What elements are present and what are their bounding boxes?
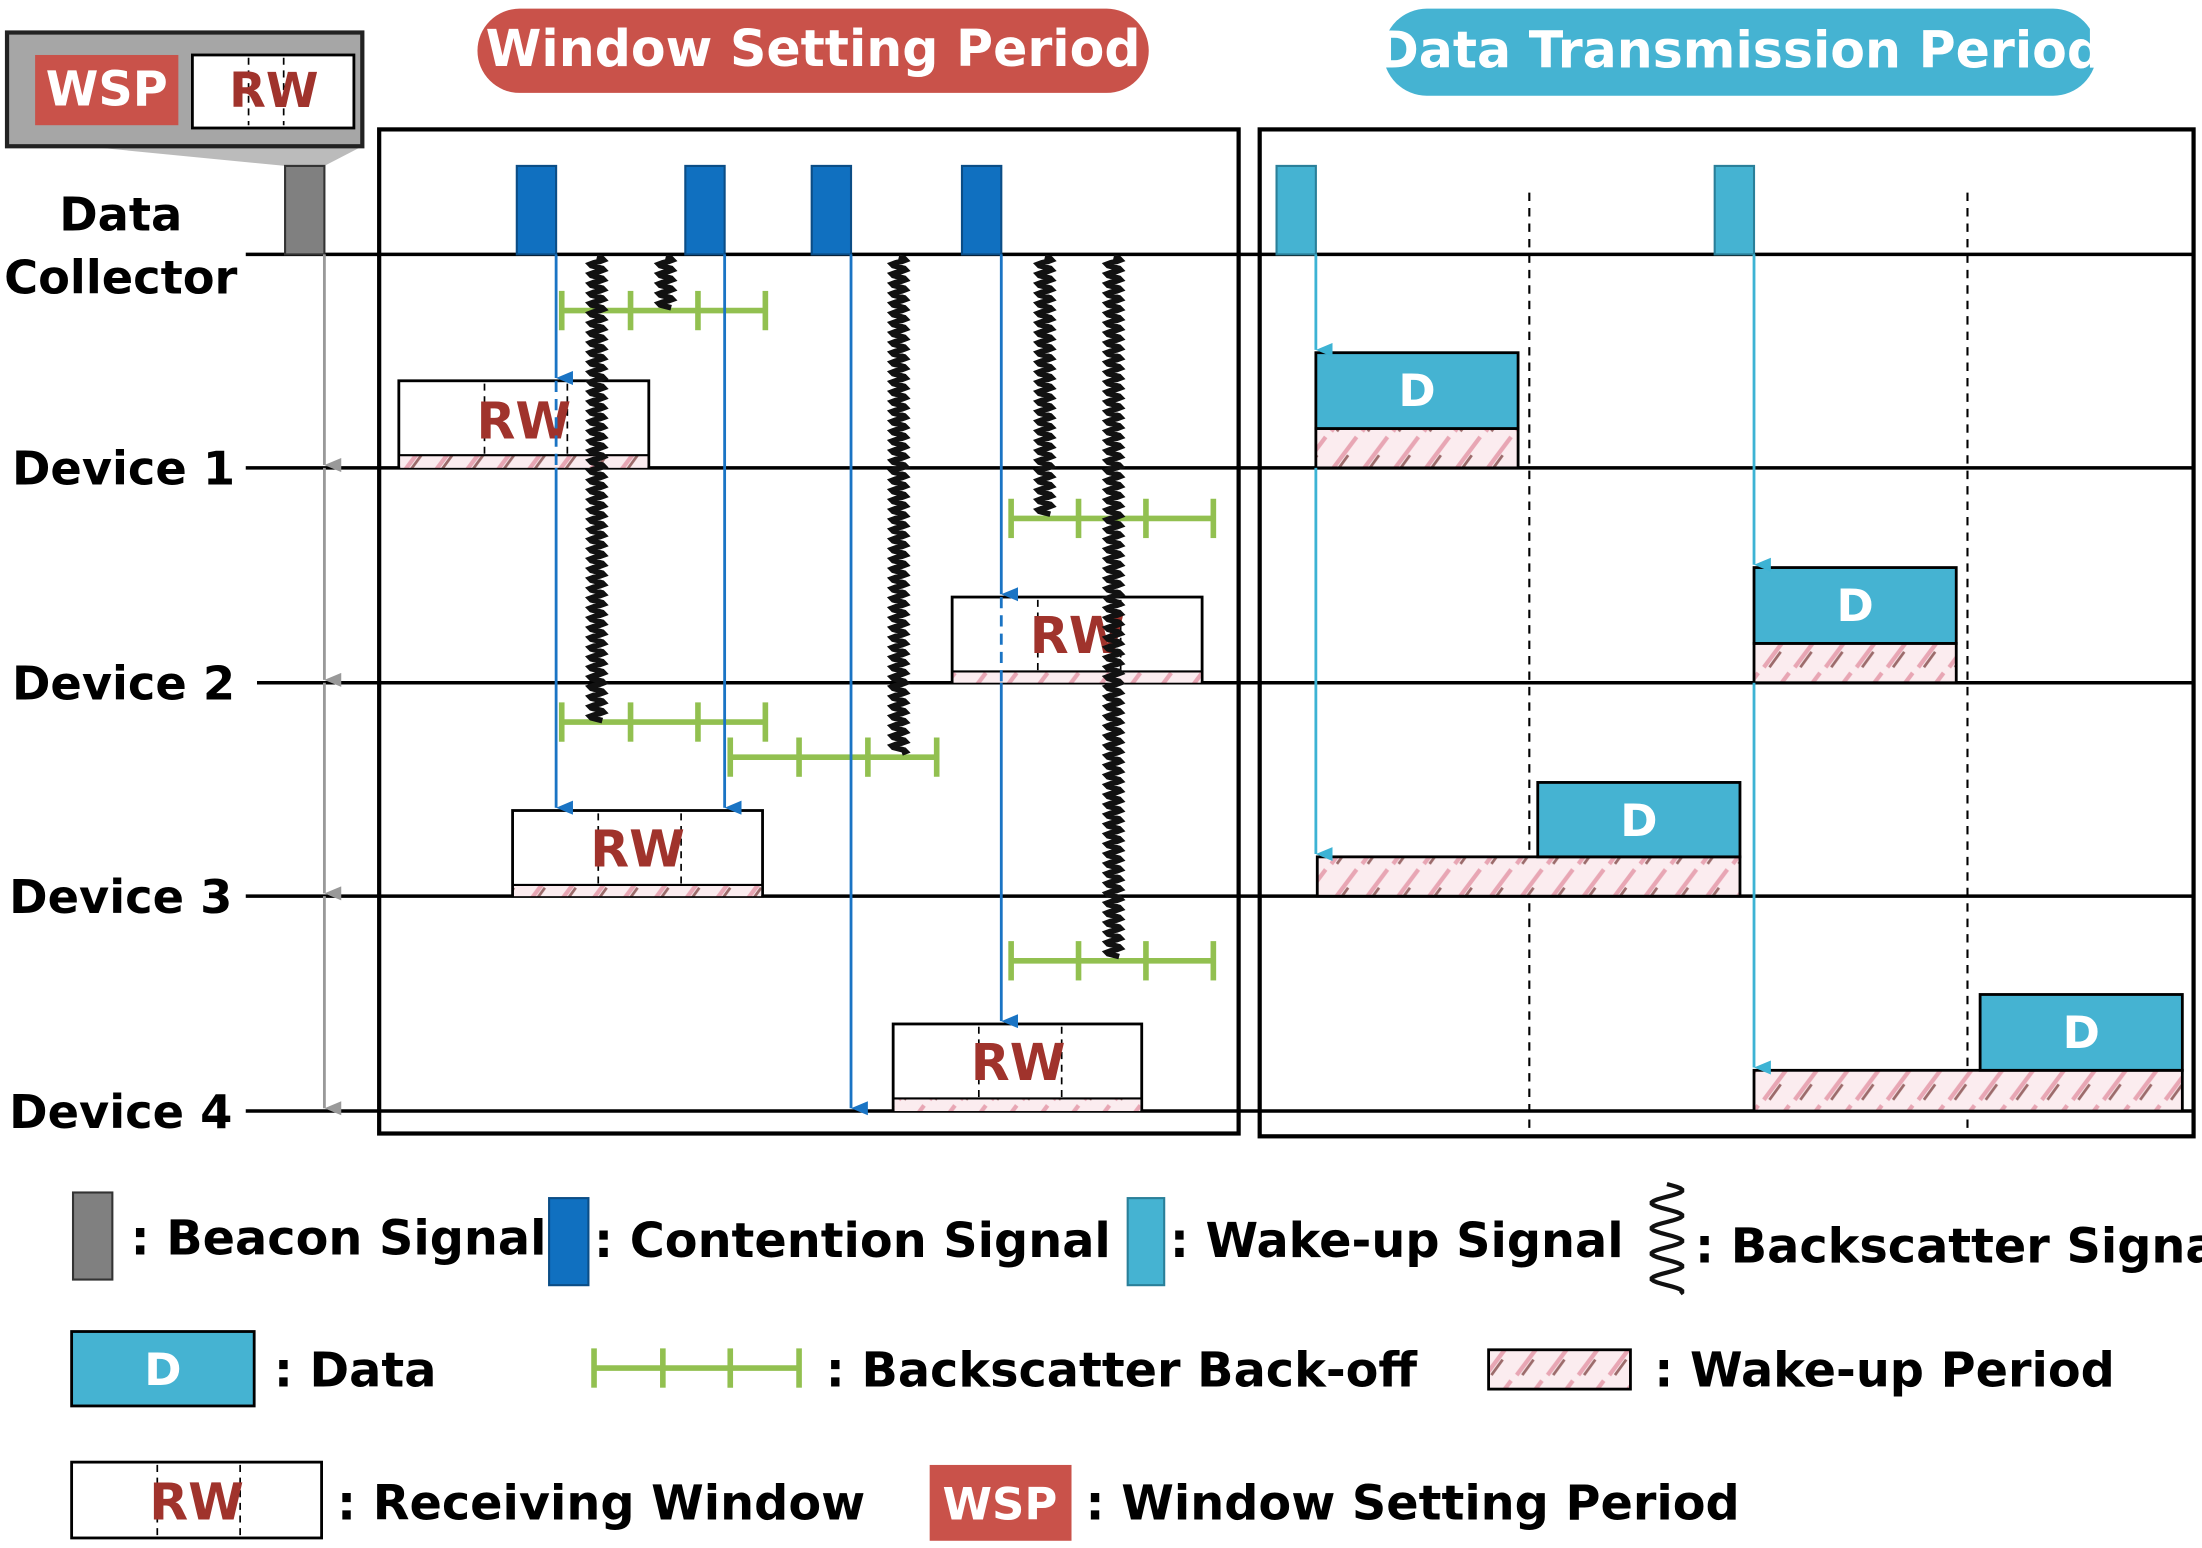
legend-contention-icon bbox=[548, 1197, 590, 1287]
dtp-header-text: Data Transmission Period bbox=[1377, 21, 2103, 80]
wakeup-period bbox=[1315, 855, 1742, 898]
legend-wakeup: : Wake-up Signal bbox=[1170, 1214, 1624, 1269]
wakeup-period bbox=[1752, 1068, 2184, 1113]
beacon-signal bbox=[284, 164, 326, 256]
dtp-frame bbox=[1257, 127, 2196, 1139]
legend-backoff-icon bbox=[591, 1348, 802, 1388]
legend-backscatter-icon bbox=[1649, 1182, 1685, 1296]
legend: : Beacon Signal : Contention Signal : Wa… bbox=[70, 1182, 2202, 1541]
data-label: D bbox=[1836, 579, 1873, 632]
wakeup-signal bbox=[1713, 164, 1756, 256]
collector-label-2: Collector bbox=[4, 251, 237, 305]
legend-beacon: : Beacon Signal bbox=[131, 1211, 547, 1266]
data-block-device4: D bbox=[1978, 993, 2184, 1072]
contention-signal bbox=[810, 164, 853, 256]
legend-backoff: : Backscatter Back-off bbox=[826, 1343, 1419, 1398]
rw-label: RW bbox=[971, 1033, 1066, 1092]
device1-label: Device 1 bbox=[12, 442, 235, 496]
rw-label: RW bbox=[590, 820, 685, 879]
data-block-device3: D bbox=[1536, 781, 1742, 859]
legend-wakeup-period: : Wake-up Period bbox=[1654, 1343, 2115, 1398]
legend-backscatter: : Backscatter Signal bbox=[1695, 1220, 2202, 1275]
dtp-header: Data Transmission Period bbox=[1377, 8, 2103, 96]
wakeup-signal bbox=[1275, 164, 1317, 256]
legend-rw-symbol: RW bbox=[149, 1473, 244, 1532]
legend-contention: : Contention Signal bbox=[594, 1214, 1111, 1269]
inset-rw-text: RW bbox=[229, 64, 318, 119]
receiving-window-device3: RW bbox=[511, 809, 764, 898]
inset-callout: WSP RW bbox=[4, 30, 365, 166]
receiving-window-device1: RW bbox=[397, 379, 651, 470]
data-block-device2: D bbox=[1752, 566, 1958, 645]
legend-beacon-icon bbox=[71, 1191, 114, 1281]
backscatter-wave bbox=[886, 254, 911, 756]
data-label: D bbox=[1398, 364, 1435, 417]
device3-label: Device 3 bbox=[9, 870, 232, 924]
legend-wsp-symbol: WSP bbox=[942, 1478, 1057, 1531]
wakeup-period bbox=[1752, 641, 1958, 685]
receiving-window-device4: RW bbox=[891, 1022, 1144, 1113]
contention-signal bbox=[684, 164, 726, 256]
legend-rw: : Receiving Window bbox=[337, 1477, 865, 1532]
backscatter-wave bbox=[653, 254, 678, 311]
collector-label-1: Data bbox=[59, 188, 182, 242]
receiving-window-device2: RW bbox=[950, 595, 1204, 685]
protocol-timing-diagram: Window Setting Period Data Transmission … bbox=[4, 8, 2202, 1541]
contention-signal bbox=[960, 164, 1003, 256]
backscatter-wave bbox=[585, 254, 609, 724]
data-label: D bbox=[2063, 1006, 2100, 1059]
wsp-header: Window Setting Period bbox=[477, 8, 1149, 93]
data-block-device1: D bbox=[1314, 351, 1520, 430]
backscatter-wave bbox=[1032, 254, 1057, 517]
legend-wsp: : Window Setting Period bbox=[1086, 1477, 1740, 1532]
device2-label: Device 2 bbox=[12, 657, 235, 711]
data-label: D bbox=[1620, 794, 1657, 847]
contention-signals bbox=[515, 164, 1003, 256]
wakeup-period bbox=[1314, 427, 1520, 470]
legend-wakeup-period-icon bbox=[1487, 1348, 1632, 1391]
contention-signal bbox=[515, 164, 558, 256]
wsp-header-text: Window Setting Period bbox=[486, 19, 1141, 78]
device4-label: Device 4 bbox=[9, 1085, 232, 1139]
backscatter-wave bbox=[1101, 254, 1126, 960]
legend-data: : Data bbox=[274, 1343, 437, 1398]
wakeup-signals bbox=[1275, 164, 1756, 256]
legend-wakeup-icon bbox=[1126, 1197, 1166, 1287]
inset-wsp-text: WSP bbox=[46, 63, 168, 118]
legend-data-symbol: D bbox=[144, 1343, 181, 1396]
